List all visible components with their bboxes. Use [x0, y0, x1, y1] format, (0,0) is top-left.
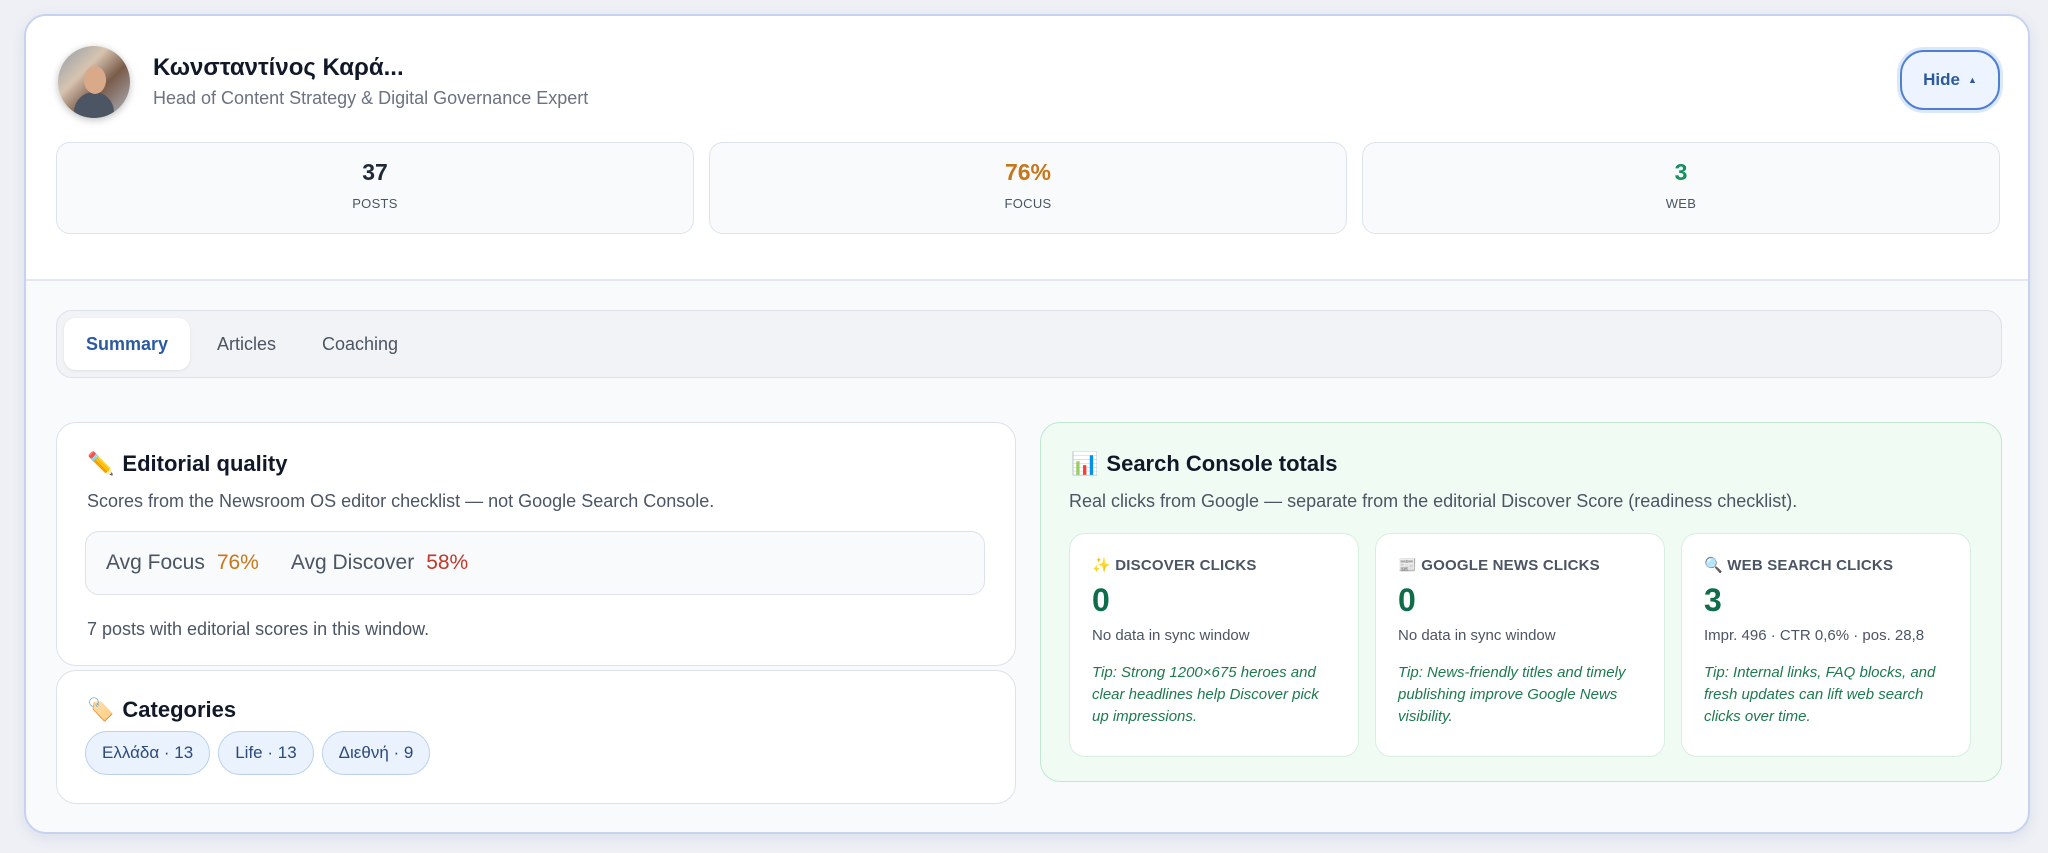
- tab-coaching[interactable]: Coaching: [300, 318, 420, 370]
- stat-focus: 76% FOCUS: [709, 142, 1347, 234]
- discover-clicks-tip: Tip: Strong 1200×675 heroes and clear he…: [1092, 664, 1319, 725]
- web-search-clicks-detail: Impr. 496 · CTR 0,6% · pos. 28,8: [1704, 627, 1925, 644]
- editorial-quality-panel: ✏️ Editorial quality Scores from the New…: [56, 422, 1016, 666]
- hide-button[interactable]: Hide ▲: [1900, 50, 2000, 110]
- categories-title-text: Categories: [122, 697, 237, 722]
- avg-discover-value: 58%: [426, 551, 469, 574]
- category-pill[interactable]: Ελλάδα · 13: [85, 731, 211, 775]
- web-search-clicks-card: 🔍 WEB SEARCH CLICKS 3 Impr. 496 · CTR 0,…: [1681, 533, 1971, 757]
- profile-name: Κωνσταντίνος Καρά...: [153, 54, 404, 81]
- editorial-title-text: Editorial quality: [122, 451, 288, 476]
- stat-web: 3 WEB: [1362, 142, 2000, 234]
- stat-focus-label: FOCUS: [1004, 196, 1052, 211]
- categories-title: 🏷️ Categories: [87, 697, 236, 723]
- discover-clicks-value: 0: [1092, 582, 1110, 618]
- profile-role: Head of Content Strategy & Digital Gover…: [153, 88, 589, 108]
- google-news-clicks-value: 0: [1398, 582, 1416, 618]
- avg-focus-value: 76%: [216, 551, 259, 574]
- google-news-clicks-title: GOOGLE NEWS CLICKS: [1421, 557, 1600, 574]
- tag-icon: 🏷️: [87, 697, 115, 722]
- bar-chart-icon: 📊: [1071, 451, 1099, 476]
- stat-posts: 37 POSTS: [56, 142, 694, 234]
- tab-summary[interactable]: Summary: [64, 318, 191, 370]
- avg-discover-label: Avg Discover: [290, 551, 415, 574]
- hide-button-label: Hide: [1923, 70, 1960, 89]
- tab-bar: Summary Articles Coaching: [56, 310, 2002, 378]
- caret-up-icon: ▲: [1967, 75, 1977, 85]
- category-pill[interactable]: Life · 13: [218, 731, 314, 775]
- stat-web-label: WEB: [1665, 196, 1697, 211]
- pencil-icon: ✏️: [87, 451, 115, 476]
- magnifier-icon: 🔍: [1704, 557, 1728, 574]
- web-search-clicks-title: WEB SEARCH CLICKS: [1727, 557, 1894, 574]
- search-console-title: 📊 Search Console totals: [1071, 451, 1337, 477]
- discover-clicks-title: DISCOVER CLICKS: [1115, 557, 1257, 574]
- category-list: Ελλάδα · 13 Life · 13 Διεθνή · 9: [85, 731, 438, 775]
- tab-articles[interactable]: Articles: [195, 318, 298, 370]
- discover-clicks-card: ✨ DISCOVER CLICKS 0 No data in sync wind…: [1069, 533, 1359, 757]
- discover-clicks-detail: No data in sync window: [1092, 627, 1250, 644]
- newspaper-icon: 📰: [1398, 557, 1422, 574]
- search-console-title-text: Search Console totals: [1106, 451, 1338, 476]
- search-console-subtitle: Real clicks from Google — separate from …: [1069, 491, 1798, 511]
- categories-panel: 🏷️ Categories Ελλάδα · 13 Life · 13 Διεθ…: [56, 670, 1016, 804]
- google-news-clicks-detail: No data in sync window: [1398, 627, 1556, 644]
- search-console-panel: 📊 Search Console totals Real clicks from…: [1040, 422, 2002, 782]
- google-news-clicks-tip: Tip: News-friendly titles and timely pub…: [1398, 664, 1626, 725]
- avg-scores-box: Avg Focus 76% Avg Discover 58%: [85, 531, 985, 595]
- stat-posts-label: POSTS: [352, 196, 398, 211]
- stat-posts-value: 37: [362, 159, 388, 185]
- stat-web-value: 3: [1674, 159, 1688, 185]
- avg-focus-label: Avg Focus: [106, 551, 205, 574]
- web-search-clicks-value: 3: [1704, 582, 1722, 618]
- editorial-note: 7 posts with editorial scores in this wi…: [87, 619, 430, 639]
- stat-focus-value: 76%: [1004, 159, 1052, 185]
- avatar: [58, 46, 130, 118]
- profile-header: Κωνσταντίνος Καρά... Head of Content Str…: [26, 16, 2028, 281]
- web-search-clicks-tip: Tip: Internal links, FAQ blocks, and fre…: [1704, 664, 1936, 725]
- category-pill[interactable]: Διεθνή · 9: [321, 731, 431, 775]
- profile-card: Κωνσταντίνος Καρά... Head of Content Str…: [24, 14, 2030, 834]
- google-news-clicks-card: 📰 GOOGLE NEWS CLICKS 0 No data in sync w…: [1375, 533, 1665, 757]
- sparkles-icon: ✨: [1092, 557, 1116, 574]
- editorial-subtitle: Scores from the Newsroom OS editor check…: [87, 491, 715, 511]
- editorial-title: ✏️ Editorial quality: [87, 451, 287, 477]
